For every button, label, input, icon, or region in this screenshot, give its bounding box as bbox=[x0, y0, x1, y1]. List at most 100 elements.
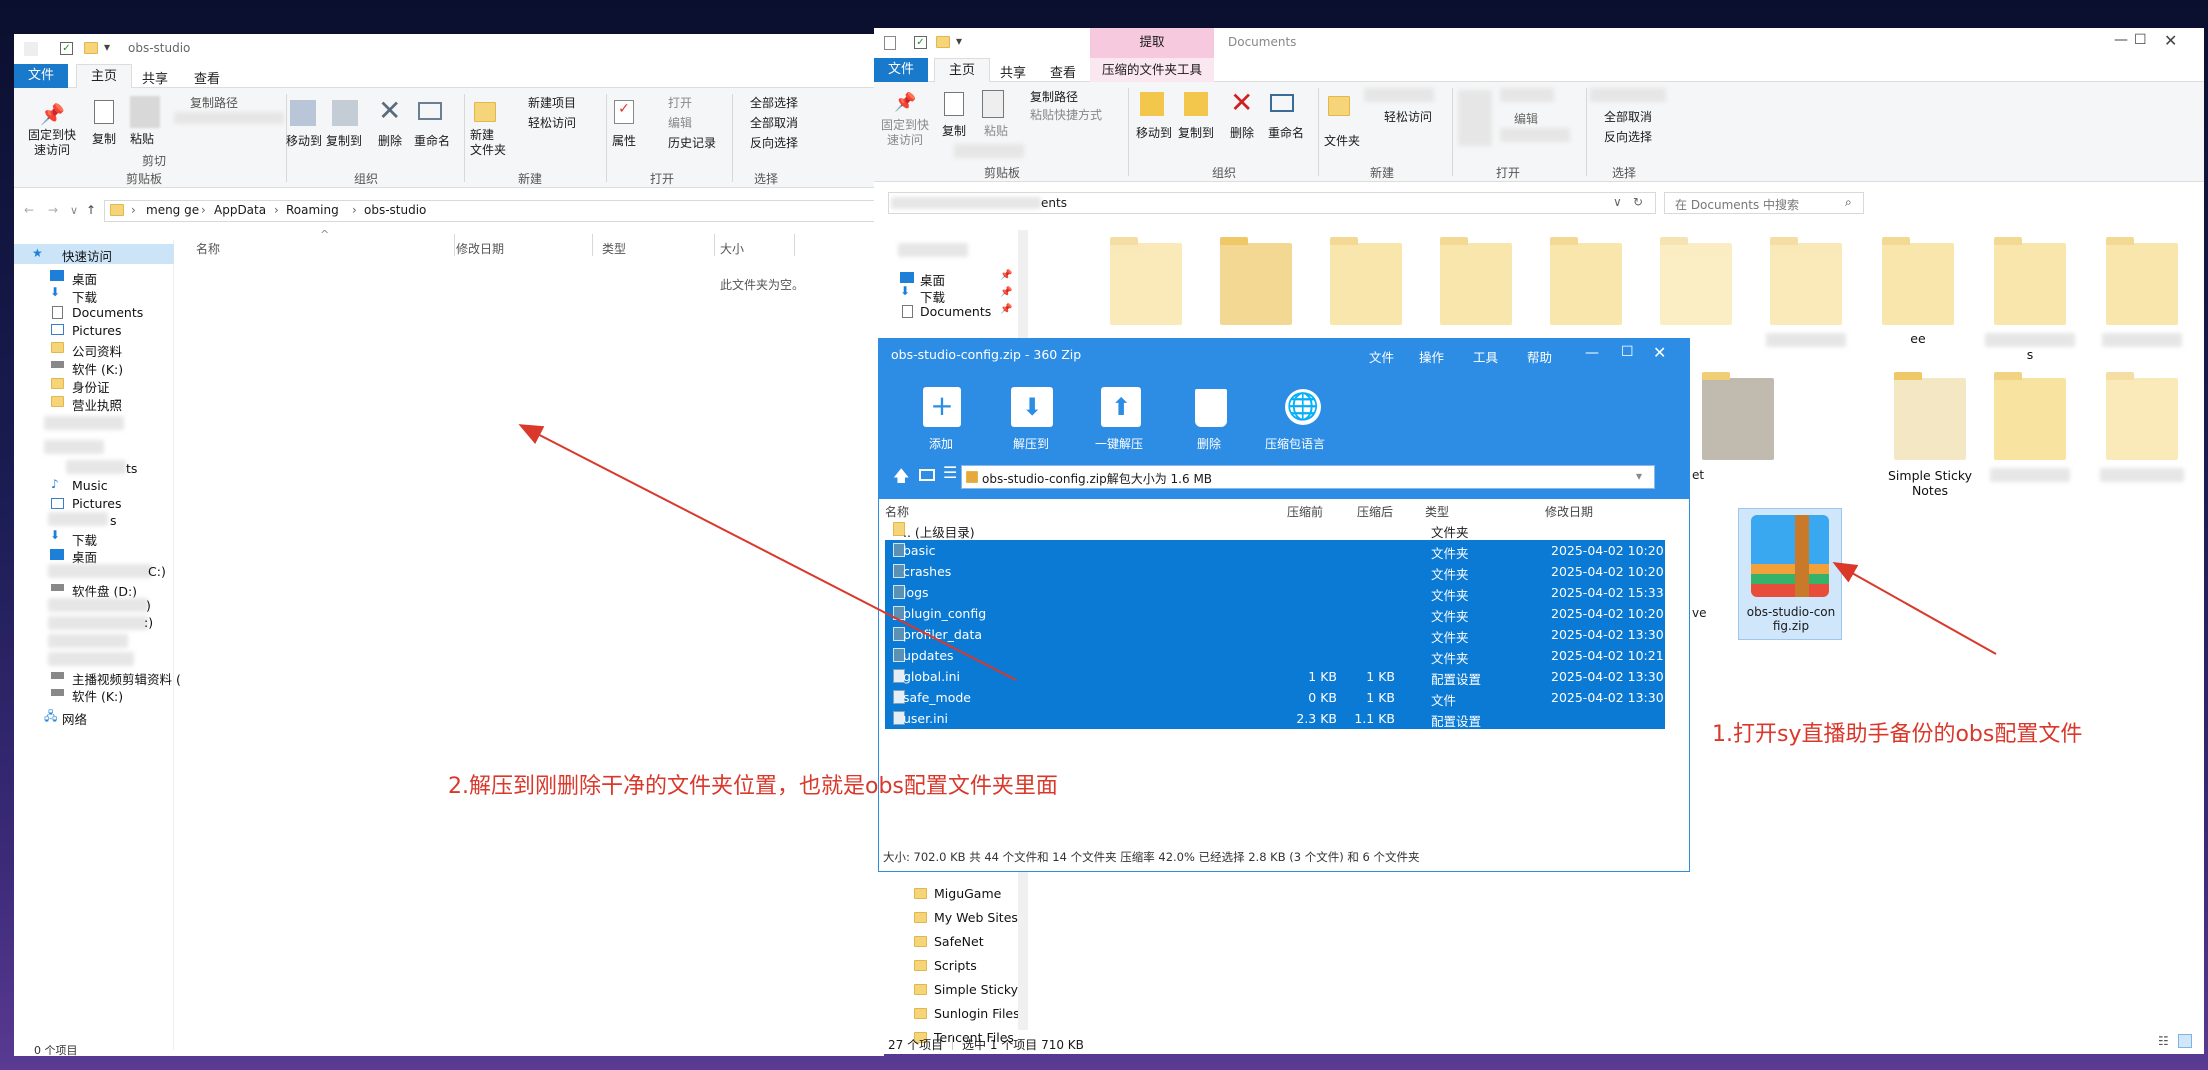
folder-tile[interactable] bbox=[1980, 372, 2080, 482]
open-button[interactable]: 打开 bbox=[668, 94, 692, 111]
select-none-button[interactable]: 全部取消 bbox=[1604, 108, 1652, 125]
tab-file[interactable]: 文件 bbox=[14, 64, 68, 88]
address-bar[interactable]: ents ∨ ↻ bbox=[888, 192, 1656, 214]
zip-address-dropdown-icon[interactable]: ▾ bbox=[1636, 469, 1642, 483]
path-segment[interactable]: AppData bbox=[214, 203, 266, 217]
move-to-button[interactable]: 移动到 bbox=[1136, 124, 1172, 141]
dropdown-icon[interactable]: ▾ bbox=[104, 40, 110, 54]
paste-icon[interactable] bbox=[982, 90, 1004, 118]
search-box[interactable]: 在 Documents 中搜索 ⌕ bbox=[1664, 192, 1864, 214]
zip-list-icon[interactable]: ☰ bbox=[943, 463, 957, 482]
rename-button[interactable]: 重命名 bbox=[414, 132, 450, 149]
add-button[interactable]: + 添加 bbox=[913, 387, 969, 455]
easy-access-button[interactable]: 轻松访问 bbox=[528, 114, 576, 131]
path-segment[interactable]: obs-studio bbox=[364, 203, 426, 217]
column-header-size[interactable]: 大小 bbox=[720, 240, 744, 257]
zip-col-date[interactable]: 修改日期 bbox=[1545, 503, 1593, 520]
nav-item[interactable]: ts bbox=[126, 461, 137, 476]
zip-file-row[interactable]: global.ini 1 KB 1 KB 配置设置 2025-04-02 13:30 bbox=[885, 666, 1665, 687]
folder-tile[interactable]: s bbox=[1980, 237, 2080, 362]
select-none-button[interactable]: 全部取消 bbox=[750, 114, 798, 131]
zip-maximize-icon[interactable]: ☐ bbox=[1621, 344, 1634, 360]
new-item-button[interactable]: 新建项目 bbox=[528, 94, 576, 111]
refresh-icon[interactable]: ↻ bbox=[1633, 195, 1643, 209]
nav-item[interactable]: 网络 bbox=[62, 709, 87, 728]
folder-tile[interactable] bbox=[1646, 237, 1746, 325]
folder-tile[interactable] bbox=[1206, 237, 1306, 325]
copy-to-icon[interactable] bbox=[332, 100, 358, 126]
properties-icon[interactable]: ✓ bbox=[614, 100, 634, 124]
invert-selection-button[interactable]: 反向选择 bbox=[750, 134, 798, 151]
zip-menu-file[interactable]: 文件 bbox=[1369, 347, 1394, 366]
zip-col-type[interactable]: 类型 bbox=[1425, 503, 1449, 520]
folder-tile[interactable] bbox=[1536, 237, 1636, 325]
extract-contextual-tab[interactable]: 提取 bbox=[1090, 28, 1214, 58]
file-icon[interactable] bbox=[884, 36, 896, 50]
extract-to-button[interactable]: ⬇ 解压到 bbox=[999, 387, 1063, 455]
new-folder-icon[interactable] bbox=[474, 102, 496, 122]
paste-button-label[interactable]: 粘贴 bbox=[130, 130, 154, 147]
nav-item[interactable]: 身份证 bbox=[72, 377, 110, 396]
tab-share[interactable]: 共享 bbox=[142, 68, 168, 87]
easy-access-button[interactable]: 轻松访问 bbox=[1384, 108, 1432, 125]
pin-button[interactable]: 固定到快 速访问 bbox=[878, 118, 932, 148]
paste-button[interactable]: 粘贴 bbox=[984, 122, 1008, 139]
quick-save-icon[interactable] bbox=[24, 42, 38, 56]
nav-item[interactable]: 软件 (K:) bbox=[72, 359, 123, 378]
nav-item[interactable]: SafeNet bbox=[934, 934, 984, 949]
delete-icon[interactable]: ✕ bbox=[1230, 86, 1253, 119]
copy-icon[interactable] bbox=[94, 100, 114, 124]
zip-menu-help[interactable]: 帮助 bbox=[1527, 347, 1552, 366]
column-header-name[interactable]: 名称 bbox=[196, 240, 220, 257]
zip-file-tile[interactable]: obs-studio-con fig.zip bbox=[1738, 508, 1842, 640]
dropdown-icon[interactable]: ▾ bbox=[956, 34, 962, 48]
folder-tile[interactable] bbox=[1756, 237, 1856, 347]
zip-file-row[interactable]: .. (上级目录) 文件夹 bbox=[885, 519, 1665, 540]
archive-language-button[interactable]: 🌐 压缩包语言 bbox=[1265, 387, 1341, 455]
zip-file-row[interactable]: crashes 文件夹 2025-04-02 10:20 bbox=[885, 561, 1665, 582]
tab-home[interactable]: 主页 bbox=[76, 64, 132, 89]
rename-icon[interactable] bbox=[418, 102, 442, 120]
nav-item[interactable]: Sunlogin Files bbox=[934, 1006, 1020, 1021]
zip-up-icon[interactable]: 🡅 bbox=[893, 465, 909, 492]
path-segment[interactable]: Roaming bbox=[286, 203, 339, 217]
rename-icon[interactable] bbox=[1270, 94, 1294, 112]
checkmark-icon[interactable]: ✓ bbox=[914, 36, 927, 49]
tab-home[interactable]: 主页 bbox=[934, 58, 990, 83]
folder-tile[interactable] bbox=[1096, 237, 1196, 325]
delete-icon[interactable]: ✕ bbox=[378, 94, 401, 127]
invert-selection-button[interactable]: 反向选择 bbox=[1604, 128, 1652, 145]
copy-to-button[interactable]: 复制到 bbox=[1178, 124, 1214, 141]
history-button[interactable]: 历史记录 bbox=[668, 134, 716, 151]
details-view-icon[interactable]: ☷ bbox=[2158, 1034, 2169, 1048]
delete-button[interactable]: 删除 bbox=[1230, 124, 1254, 141]
new-folder-button[interactable]: 新建 文件夹 bbox=[470, 128, 506, 158]
nav-item[interactable]: s bbox=[110, 513, 117, 528]
nav-item[interactable]: 快速访问 bbox=[62, 246, 112, 265]
nav-item[interactable]: 营业执照 bbox=[72, 395, 122, 414]
forward-icon[interactable]: → bbox=[48, 203, 58, 217]
move-to-icon[interactable] bbox=[290, 100, 316, 126]
zip-close-icon[interactable]: ✕ bbox=[1653, 343, 1666, 362]
search-icon[interactable]: ⌕ bbox=[1845, 195, 1852, 210]
path-segment[interactable]: meng ge bbox=[146, 203, 199, 217]
address-bar[interactable]: ← → ∨ ↑ › meng ge › AppData › Roaming › … bbox=[14, 198, 884, 226]
recent-dropdown-icon[interactable]: ∨ bbox=[70, 204, 78, 217]
zip-menu-operation[interactable]: 操作 bbox=[1419, 347, 1444, 366]
rename-button[interactable]: 重命名 bbox=[1268, 124, 1304, 141]
nav-item[interactable]: 软件 (K:) bbox=[72, 686, 123, 705]
paste-shortcut-button[interactable] bbox=[174, 112, 284, 124]
one-click-extract-button[interactable]: ⬆ 一键解压 bbox=[1089, 387, 1153, 455]
nav-item[interactable]: :) bbox=[144, 615, 153, 630]
zip-col-before[interactable]: 压缩前 bbox=[1287, 503, 1323, 520]
nav-item[interactable]: Pictures bbox=[72, 323, 122, 338]
move-to-icon[interactable] bbox=[1140, 92, 1164, 116]
close-icon[interactable]: ✕ bbox=[2164, 31, 2177, 50]
tab-file[interactable]: 文件 bbox=[874, 58, 928, 82]
copy-button-label[interactable]: 复制 bbox=[92, 130, 116, 147]
tab-view[interactable]: 查看 bbox=[194, 68, 220, 87]
folder-tile[interactable] bbox=[1316, 237, 1416, 325]
pin-icon[interactable]: 📌 bbox=[894, 92, 916, 113]
nav-item[interactable]: Scripts bbox=[934, 958, 977, 973]
tab-compressed-folder-tools[interactable]: 压缩的文件夹工具 bbox=[1090, 58, 1214, 82]
